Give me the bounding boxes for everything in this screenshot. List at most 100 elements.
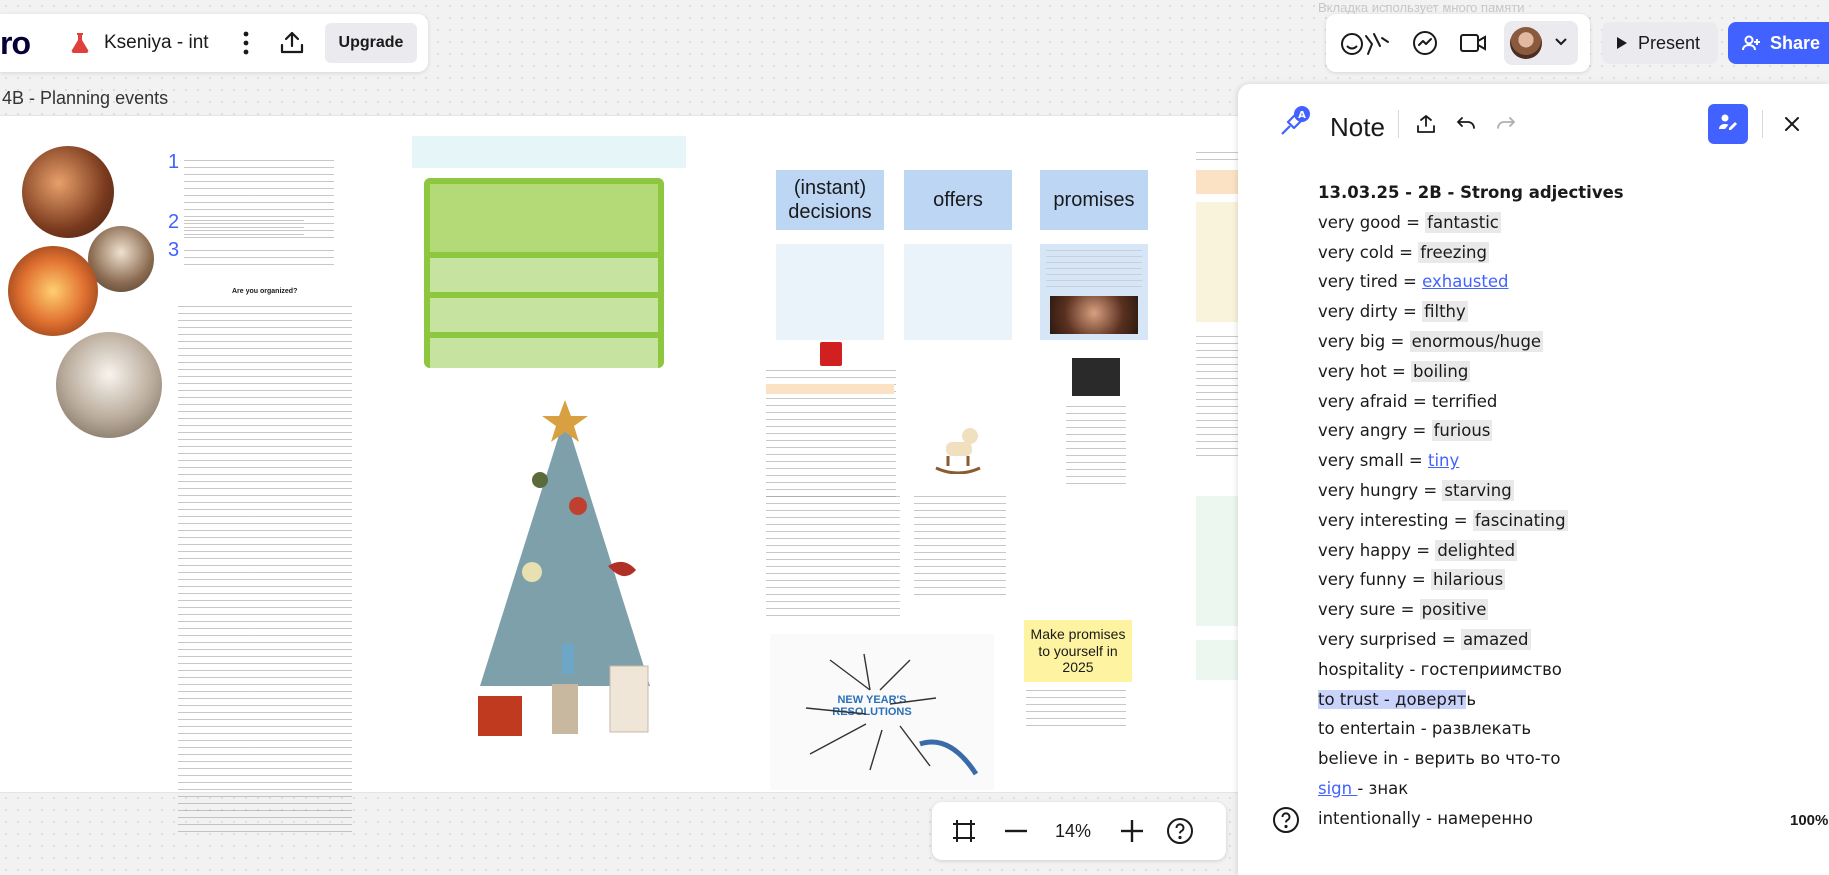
gift-icon (820, 342, 842, 366)
memory-hint: Вкладка использует много памяти (1318, 0, 1525, 15)
table-strip (766, 384, 894, 394)
promises-header: promises (1040, 170, 1148, 230)
note-line: very big = enormous/huge (1318, 330, 1544, 352)
title-placeholder (412, 136, 686, 168)
undo-icon[interactable] (1452, 110, 1480, 138)
export-icon[interactable] (277, 28, 307, 58)
decisions-card (776, 244, 884, 340)
note-line: to entertain - развлекать (1318, 719, 1532, 739)
exercise-text (914, 496, 1006, 596)
zoom-toolbar: 14% (932, 802, 1226, 860)
party-photo (88, 226, 154, 292)
zoom-level[interactable]: 14% (1042, 821, 1104, 842)
share-label: Share (1770, 32, 1821, 53)
board-toolbar: ro Kseniya - int Upgrade (0, 14, 428, 72)
note-zoom-percent: 100% (1790, 812, 1829, 829)
decisions-header: (instant) decisions (776, 170, 884, 230)
note-line: very good = fantastic (1318, 211, 1501, 233)
score-card (424, 178, 664, 368)
assign-note-icon[interactable]: A (1276, 104, 1312, 140)
exercise-text (766, 496, 900, 616)
help-icon[interactable] (1162, 813, 1198, 849)
offers-card (904, 244, 1012, 340)
partial-worksheet (1196, 152, 1240, 792)
share-button[interactable]: Share (1728, 22, 1829, 64)
avatar (1510, 27, 1542, 59)
present-button[interactable]: Present (1602, 22, 1718, 64)
note-line: very hot = boiling (1318, 360, 1471, 382)
promises-card (1040, 244, 1148, 340)
help-icon[interactable] (1270, 804, 1302, 836)
note-line: very funny = hilarious (1318, 569, 1506, 591)
worksheet-text (184, 220, 304, 236)
note-link[interactable]: sign (1318, 779, 1357, 798)
note-content[interactable]: 13.03.25 - 2B - Strong adjectives very g… (1318, 178, 1778, 834)
note-link[interactable]: tiny (1428, 451, 1459, 470)
reactions-icon[interactable] (1340, 28, 1392, 58)
note-line: very tired = exhausted (1318, 272, 1509, 292)
party-photo (56, 332, 162, 438)
note-line: 13.03.25 - 2B - Strong adjectives (1318, 183, 1624, 202)
note-line: believe in - верить во что-то (1318, 749, 1561, 769)
board-title[interactable]: Kseniya - int (104, 32, 209, 54)
note-line: very dirty = filthy (1318, 301, 1468, 323)
app-logo[interactable]: ro (0, 25, 31, 62)
divider (1762, 110, 1763, 138)
resolutions-image: NEW YEAR'S RESOLUTIONS (770, 634, 994, 790)
note-title: Note (1330, 112, 1385, 142)
worksheet-text (184, 250, 334, 266)
offers-header: offers (904, 170, 1012, 230)
fit-to-screen-icon[interactable] (946, 813, 982, 849)
export-icon[interactable] (1412, 110, 1440, 138)
frame-label: 4B - Planning events (2, 88, 169, 108)
note-line: intentionally - намеренно (1318, 808, 1534, 828)
question-number: 1 (168, 151, 180, 173)
more-menu-icon[interactable] (237, 28, 255, 58)
play-icon (1616, 36, 1628, 50)
chevron-down-icon (1554, 34, 1568, 52)
collab-toolbar (1326, 14, 1590, 72)
note-line: very sure = positive (1318, 599, 1489, 621)
close-icon[interactable] (1778, 110, 1806, 138)
present-label: Present (1638, 32, 1701, 53)
note-line: hospitality - гостеприимство (1318, 659, 1562, 679)
question-number: 3 (168, 239, 180, 261)
zoom-in-icon[interactable] (1114, 813, 1150, 849)
svg-text:A: A (1298, 110, 1306, 121)
quiz-text (178, 306, 352, 832)
promises-list (1026, 690, 1126, 732)
note-line: very interesting = fascinating (1318, 509, 1568, 531)
note-panel: A Note 13.03.25 - 2B - Strong adjectives… (1238, 84, 1829, 875)
upgrade-button[interactable]: Upgrade (324, 23, 418, 63)
redo-icon[interactable] (1492, 110, 1520, 138)
note-line: very afraid = terrified (1318, 391, 1498, 411)
promises-text (1066, 406, 1126, 490)
text-selection: to trust - доверят (1318, 689, 1467, 709)
user-edit-icon (1718, 113, 1738, 136)
divider (1398, 110, 1399, 138)
note-line: sign - знак (1318, 778, 1409, 798)
question-number: 2 (168, 211, 180, 233)
user-menu[interactable] (1504, 21, 1578, 65)
question-numbers: 1 2 3 (168, 152, 179, 260)
party-photo (22, 146, 114, 238)
party-photo (8, 246, 98, 336)
worksheet-heading: Are you organized? (232, 288, 298, 295)
note-line: to trust - доверять (1318, 689, 1477, 709)
zoom-out-icon[interactable] (998, 813, 1034, 849)
board-frame[interactable]: 1 2 3 Are you organized? (instant) decis… (0, 116, 1240, 832)
video-icon[interactable] (1458, 28, 1488, 58)
rocking-horse-icon (932, 422, 984, 475)
video-thumbnail (1072, 358, 1120, 396)
note-line: very angry = furious (1318, 420, 1493, 442)
note-line: very surprised = amazed (1318, 628, 1531, 650)
edit-note-button[interactable] (1708, 104, 1748, 144)
christmas-tree (470, 396, 660, 756)
note-line: very small = tiny (1318, 451, 1460, 471)
note-line: very cold = freezing (1318, 241, 1489, 263)
note-line: very happy = delighted (1318, 539, 1518, 561)
chat-icon[interactable] (1410, 28, 1440, 58)
promises-sticky-note[interactable]: Make promises to yourself in 2025 (1024, 620, 1132, 682)
add-user-icon (1742, 35, 1760, 51)
note-link[interactable]: exhausted (1422, 272, 1508, 291)
